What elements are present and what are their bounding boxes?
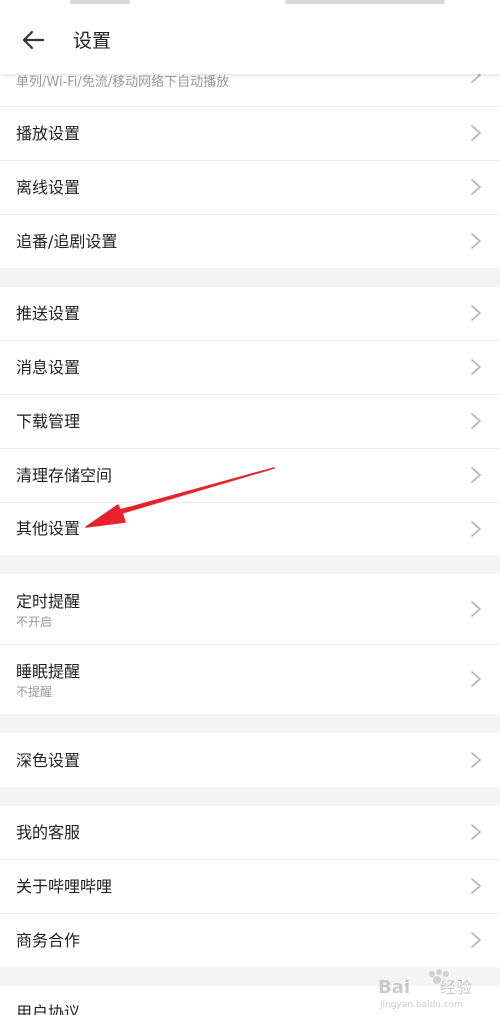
message-settings-row[interactable]: 消息设置	[0, 341, 500, 394]
row-label: 用户协议	[16, 1003, 81, 1015]
row-label: 离线设置	[16, 178, 81, 197]
about-bilibili-row[interactable]: 关于哔哩哔哩	[0, 860, 500, 913]
chevron-right-icon	[471, 305, 481, 321]
watermark-url: jingyan.baidu.com	[379, 1000, 463, 1010]
watermark-brand: Bai	[378, 977, 410, 998]
chevron-right-icon	[471, 878, 481, 894]
chevron-right-icon	[471, 413, 481, 429]
watermark-brand-cn: 经验	[440, 978, 472, 997]
chevron-right-icon	[471, 467, 481, 483]
back-arrow-icon	[22, 30, 45, 50]
chevron-right-icon	[471, 824, 481, 840]
chevron-right-icon	[471, 601, 481, 617]
customer-service-row[interactable]: 我的客服	[0, 806, 500, 859]
timer-reminder-row[interactable]: 定时提醒 不开启	[0, 574, 500, 644]
follow-settings-row[interactable]: 追番/追剧设置	[0, 215, 500, 268]
row-label: 关于哔哩哔哩	[16, 877, 113, 896]
row-label: 其他设置	[16, 519, 81, 538]
autoplay-subtitle: 单列/Wi-Fi/免流/移动网络下自动播放	[16, 75, 230, 90]
chevron-right-icon	[471, 521, 481, 537]
row-sublabel: 不开启	[16, 615, 53, 629]
row-label: 下载管理	[16, 412, 81, 431]
download-management-row[interactable]: 下载管理	[0, 395, 500, 448]
chevron-right-icon	[471, 932, 481, 948]
row-label: 定时提醒	[16, 592, 81, 611]
row-label: 商务合作	[16, 931, 81, 950]
baidu-jingyan-watermark: Bai 经验 jingyan.baidu.com	[378, 969, 472, 1010]
row-label: 追番/追剧设置	[16, 232, 118, 251]
row-label: 推送设置	[16, 304, 81, 323]
row-label: 播放设置	[16, 124, 81, 143]
back-button[interactable]	[16, 25, 50, 55]
other-settings-row[interactable]: 其他设置	[0, 503, 500, 555]
dark-mode-settings-row[interactable]: 深色设置	[0, 733, 500, 787]
offline-settings-row[interactable]: 离线设置	[0, 161, 500, 214]
chevron-right-icon	[471, 233, 481, 249]
row-label: 睡眠提醒	[16, 662, 81, 681]
status-bar-remnant	[70, 0, 130, 4]
playback-settings-row[interactable]: 播放设置	[0, 107, 500, 160]
push-settings-row[interactable]: 推送设置	[0, 287, 500, 340]
clear-storage-row[interactable]: 清理存储空间	[0, 449, 500, 502]
page-title: 设置	[73, 30, 112, 52]
row-label: 清理存储空间	[16, 466, 113, 485]
business-cooperation-row[interactable]: 商务合作	[0, 914, 500, 967]
chevron-right-icon	[471, 752, 481, 768]
row-label: 深色设置	[16, 751, 81, 770]
sleep-reminder-row[interactable]: 睡眠提醒 不提醒	[0, 645, 500, 714]
chevron-right-icon	[471, 125, 481, 141]
row-sublabel: 不提醒	[16, 685, 53, 699]
title-bar: 设置	[0, 0, 500, 74]
row-label: 消息设置	[16, 358, 81, 377]
chevron-right-icon	[471, 671, 481, 687]
row-label: 我的客服	[16, 823, 81, 842]
chevron-right-icon	[471, 359, 481, 375]
chevron-right-icon	[471, 179, 481, 195]
status-bar-remnant	[285, 0, 445, 4]
